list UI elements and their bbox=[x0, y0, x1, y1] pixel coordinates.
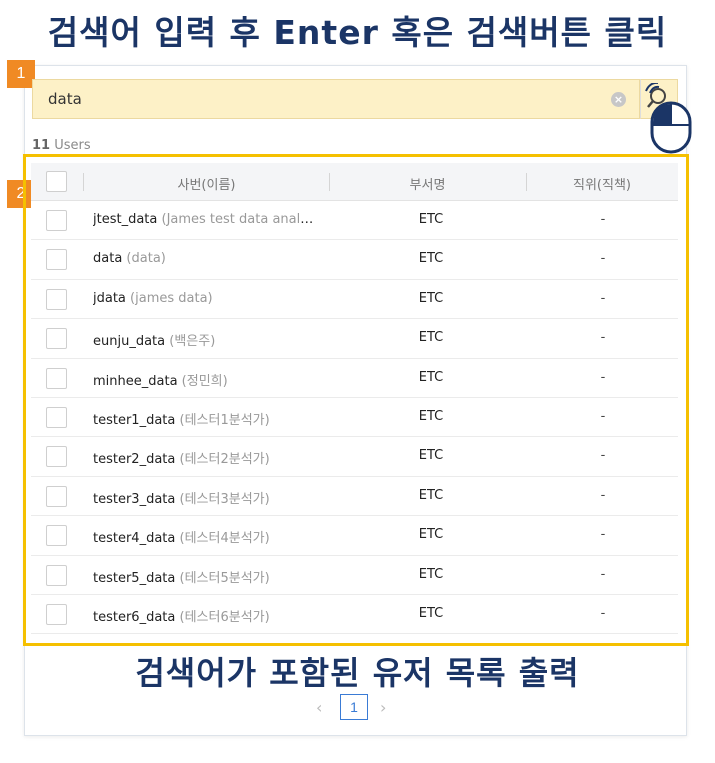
next-page-button[interactable]: › bbox=[380, 698, 386, 717]
results-highlight-frame bbox=[23, 154, 689, 646]
user-count-label: Users bbox=[50, 138, 91, 153]
mouse-click-icon bbox=[645, 83, 692, 154]
clear-icon[interactable]: × bbox=[611, 92, 626, 107]
user-count: 11 Users bbox=[32, 138, 91, 153]
instruction-heading-bottom: 검색어가 포함된 유저 목록 출력 bbox=[135, 654, 580, 692]
pagination: ‹ 1 › bbox=[0, 693, 715, 721]
page-1-button[interactable]: 1 bbox=[340, 694, 368, 720]
prev-page-button[interactable]: ‹ bbox=[316, 698, 322, 717]
user-count-number: 11 bbox=[32, 138, 51, 153]
search-input-value: data bbox=[48, 90, 82, 108]
search-input[interactable]: data × bbox=[32, 79, 640, 119]
instruction-heading-top: 검색어 입력 후 Enter 혹은 검색버튼 클릭 bbox=[47, 13, 668, 52]
step-1-badge: 1 bbox=[7, 60, 35, 88]
